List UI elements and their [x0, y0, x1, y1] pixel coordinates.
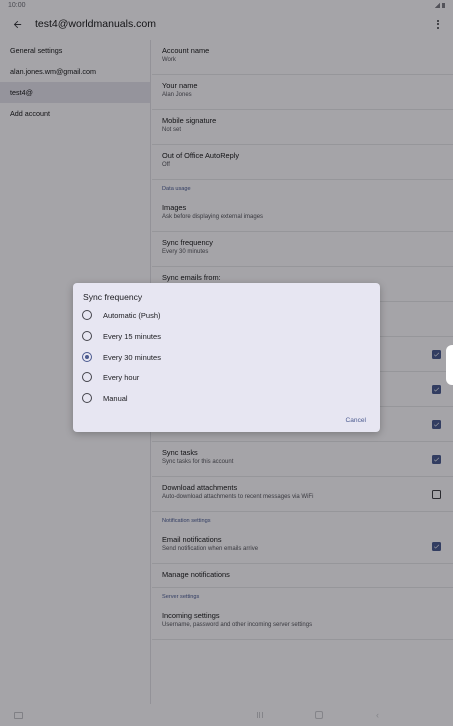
radio-button[interactable]: [82, 393, 92, 403]
radio-button-selected[interactable]: [82, 352, 92, 362]
dialog-title: Sync frequency: [83, 292, 143, 302]
option-manual[interactable]: Manual: [82, 390, 282, 406]
option-label: Every 15 minutes: [103, 331, 161, 341]
radio-button[interactable]: [82, 310, 92, 320]
option-label: Every 30 minutes: [103, 352, 161, 362]
option-every-30-minutes[interactable]: Every 30 minutes: [82, 349, 282, 365]
option-automatic-push[interactable]: Automatic (Push): [82, 307, 282, 323]
option-label: Automatic (Push): [103, 310, 161, 320]
radio-button[interactable]: [82, 331, 92, 341]
option-every-15-minutes[interactable]: Every 15 minutes: [82, 328, 282, 344]
option-every-hour[interactable]: Every hour: [82, 369, 282, 385]
edge-panel-handle[interactable]: [446, 345, 453, 385]
sync-frequency-dialog: Sync frequency Automatic (Push) Every 15…: [73, 283, 380, 432]
radio-button[interactable]: [82, 372, 92, 382]
cancel-button[interactable]: Cancel: [345, 417, 366, 424]
option-label: Manual: [103, 393, 128, 403]
option-label: Every hour: [103, 372, 140, 382]
